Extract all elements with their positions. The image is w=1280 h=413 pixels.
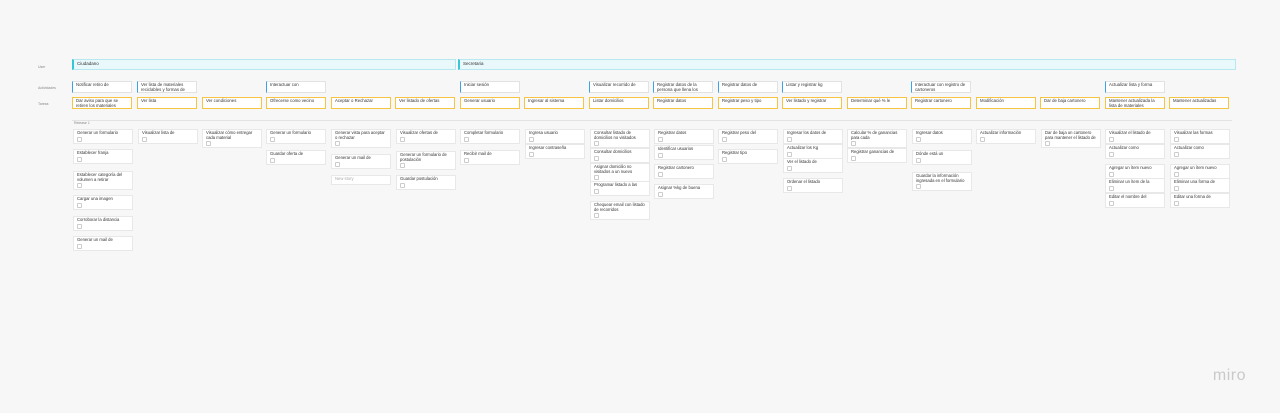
activity-card[interactable]: Visualizar recorrido de	[589, 81, 649, 93]
story-card[interactable]: Registrar peso del	[718, 129, 778, 144]
story-card[interactable]: Actualizar información	[976, 129, 1036, 144]
story-card[interactable]: Chequear email con listado de recorridos	[590, 201, 650, 221]
task-card[interactable]: Registrar peso y tipo	[718, 97, 778, 109]
lane-secretaria[interactable]: Secretaria	[458, 59, 1236, 70]
release-label: Release 1	[74, 121, 90, 125]
story-card[interactable]: Editar el nombre del	[1105, 193, 1165, 208]
task-card[interactable]: Ingresar al sistema	[524, 97, 584, 109]
activity-card[interactable]: Notificar retiro de	[72, 81, 132, 93]
story-card[interactable]: Guardar la información ingresada en el f…	[912, 172, 972, 192]
task-card[interactable]: Listar domicilios	[589, 97, 649, 109]
activity-card[interactable]: Listar y registrar kg	[782, 81, 842, 93]
task-card[interactable]: Ver condiciones	[202, 97, 262, 109]
story-card[interactable]: Asignar domicilio no visitados a un nuev…	[590, 163, 650, 183]
task-card[interactable]: Ver lista	[137, 97, 197, 109]
task-card[interactable]: Ofrecerse como vecino	[266, 97, 326, 109]
story-card[interactable]: Ingresar los datos de	[783, 129, 843, 144]
story-card[interactable]: Agregar un ítem nuevo	[1170, 164, 1230, 179]
task-card[interactable]: Ver listado y registrar	[782, 97, 842, 109]
story-card[interactable]: Eliminar una forma de	[1170, 178, 1230, 193]
story-card[interactable]: Programar listado a las	[590, 181, 650, 196]
story-card[interactable]: Ver el listado de	[783, 158, 843, 173]
activity-card[interactable]: Registrar datos de la persona que llena …	[653, 81, 713, 93]
story-card[interactable]: Visualizar el listado de	[1105, 129, 1165, 144]
story-card[interactable]: Registrar tipo	[718, 149, 778, 164]
story-card[interactable]: Agregar un ítem nuevo	[1105, 164, 1165, 179]
story-card[interactable]: Registrar datos	[654, 129, 714, 144]
story-card[interactable]: Completar formulario	[460, 129, 520, 144]
story-card[interactable]: Ordenar el listado	[783, 178, 843, 193]
story-card[interactable]: Calcular % de ganancias para cada	[847, 129, 907, 149]
task-card[interactable]: Dar de baja cartonero	[1040, 97, 1100, 109]
activity-card[interactable]: Ver lista de materiales reciclables y fo…	[137, 81, 197, 93]
story-card[interactable]: Visualizar cómo entregar cada material	[202, 129, 262, 149]
story-card[interactable]: Registrar ganancias de	[847, 148, 907, 163]
story-card[interactable]: Asignar %kg de buena	[654, 184, 714, 199]
story-card[interactable]: Registrar cartonero	[654, 164, 714, 179]
story-card[interactable]: Establecer categoría del volumen a retir…	[73, 171, 133, 191]
story-card[interactable]: Ingresa usuario	[525, 129, 585, 144]
story-card[interactable]: Generar un formulario	[266, 129, 326, 144]
story-card[interactable]: Guardar oferta de	[266, 150, 326, 165]
story-card[interactable]: Ingresar contraseña	[525, 144, 585, 159]
story-card[interactable]: Visualizar las formas	[1170, 129, 1230, 144]
story-card[interactable]: Editar una forma de	[1170, 193, 1230, 208]
story-card[interactable]: Generar un mail de	[331, 154, 391, 169]
story-card[interactable]: Generar un mail de	[73, 236, 133, 251]
row-label-activities: Actividades	[38, 86, 56, 90]
row-label-user: User	[38, 65, 46, 69]
task-card[interactable]: Aceptar o Rechazar	[331, 97, 391, 109]
activity-card[interactable]: Actualizar lista y forma	[1105, 81, 1165, 93]
story-card[interactable]: Dónde está un	[912, 150, 972, 165]
story-card[interactable]: Generar vista para aceptar o rechazar	[331, 129, 391, 149]
story-card[interactable]: Generar un formulario de postulación	[396, 151, 456, 171]
task-card[interactable]: Dar aviso para que se retiren los materi…	[72, 97, 132, 109]
task-card[interactable]: Mantener actualizadas	[1169, 97, 1229, 109]
task-card[interactable]: Ver listado de ofertas	[395, 97, 455, 109]
task-card[interactable]: Registrar datos	[653, 97, 713, 109]
story-map-board: User Actividades Tareas Ciudadano Secret…	[0, 0, 1280, 413]
task-card[interactable]: Modificación	[976, 97, 1036, 109]
story-card[interactable]: Actualizar los Kg	[783, 144, 843, 159]
lane-ciudadano[interactable]: Ciudadano	[72, 59, 456, 70]
row-label-tasks: Tareas	[38, 102, 49, 106]
new-story-input[interactable]: New story	[331, 175, 391, 185]
story-card[interactable]: Consultar domicilios	[590, 148, 650, 163]
task-card[interactable]: Mantener actualizada la lista de materia…	[1105, 97, 1165, 109]
story-card[interactable]: Identificar usuarios	[654, 145, 714, 160]
story-card[interactable]: Generar un formulario	[73, 129, 133, 144]
activity-card[interactable]: Iniciar sesión	[460, 81, 520, 93]
task-card[interactable]: Determinar qué % le	[847, 97, 907, 109]
story-card[interactable]: Cargar una imagen	[73, 195, 133, 210]
miro-logo: miro	[1212, 367, 1246, 384]
activity-card[interactable]: Interactuar con	[266, 81, 326, 93]
activity-card[interactable]: Interactuar con registro de cartoneros	[911, 81, 971, 93]
task-card[interactable]: Registrar cartonero	[911, 97, 971, 109]
story-card[interactable]: Corroborar la distancia	[73, 216, 133, 231]
story-card[interactable]: Eliminar un ítem de la	[1105, 178, 1165, 193]
story-card[interactable]: Ingresar datos	[912, 129, 972, 144]
story-card[interactable]: Actualizar como	[1170, 144, 1230, 159]
story-card[interactable]: Consultar listado de domicilios no visit…	[590, 129, 650, 149]
story-card[interactable]: Actualizar como	[1105, 144, 1165, 159]
story-card[interactable]: Visualizar ofertas de	[396, 129, 456, 144]
story-card[interactable]: Establecer franja	[73, 149, 133, 164]
story-card[interactable]: Recibir mail de	[460, 150, 520, 165]
release-divider	[72, 120, 1232, 121]
task-card[interactable]: Generar usuario	[460, 97, 520, 109]
story-card[interactable]: Visualizar lista de	[138, 129, 198, 144]
story-card[interactable]: Dar de baja un cartonero para mantener e…	[1041, 129, 1101, 149]
story-card[interactable]: Guardar postulación	[396, 175, 456, 190]
activity-card[interactable]: Registrar datos de	[718, 81, 778, 93]
